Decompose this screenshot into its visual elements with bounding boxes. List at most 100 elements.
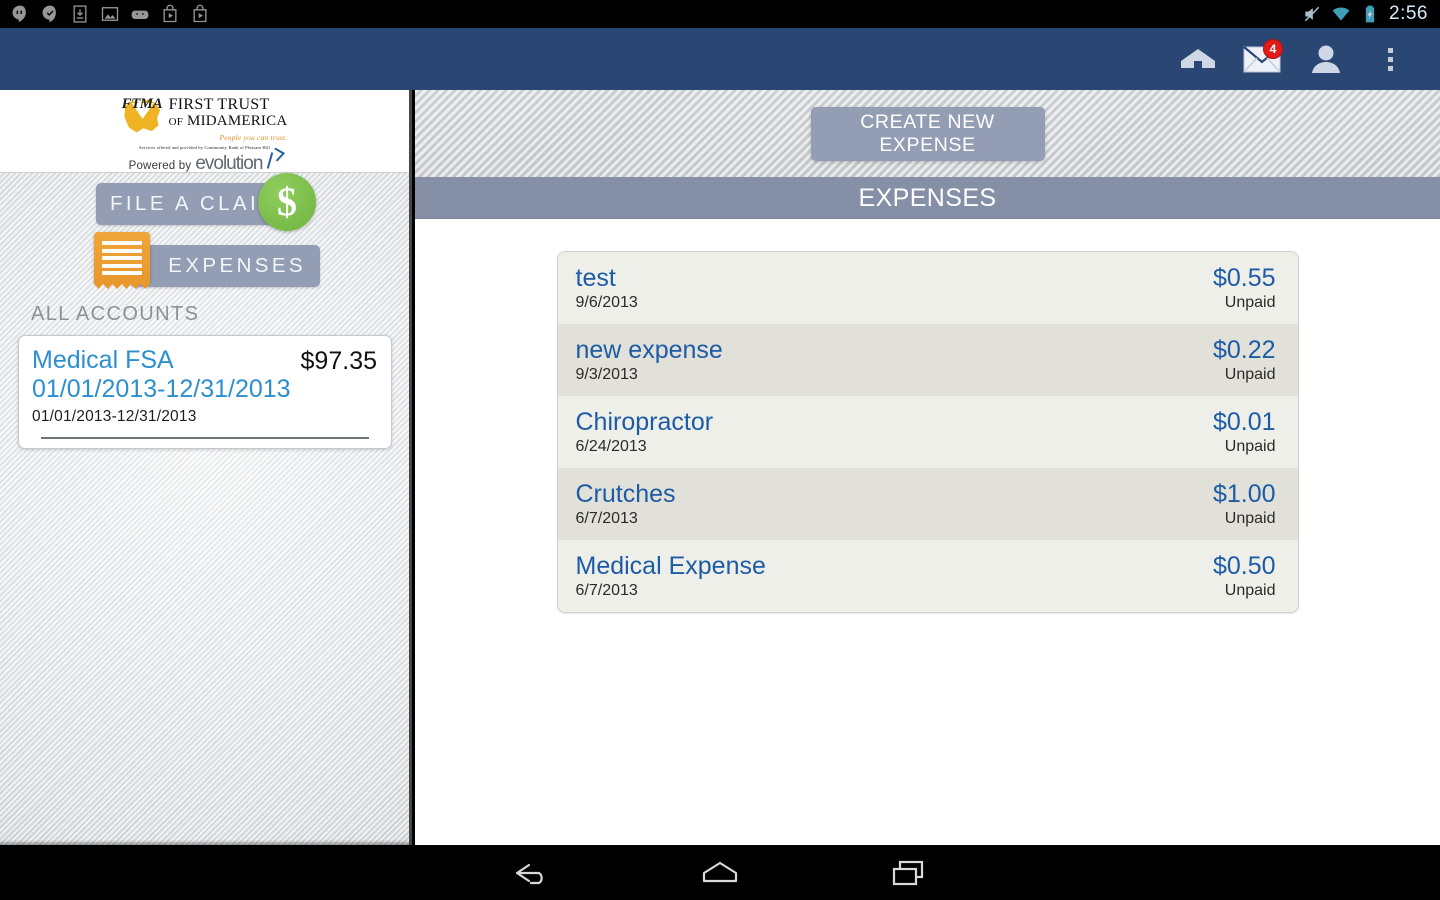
sidebar: FTMA FIRST TRUST OF MIDAMERICA People yo… (0, 90, 412, 845)
android-icon (131, 10, 149, 19)
overflow-menu-icon[interactable] (1358, 28, 1422, 90)
status-badge: Unpaid (1224, 294, 1276, 311)
ftma-map-icon: FTMA (122, 94, 166, 136)
back-button[interactable] (484, 845, 580, 900)
table-row[interactable]: Chiropractor 6/24/2013 $0.01 Unpaid (558, 396, 1298, 468)
expense-amount: $1.00 (1212, 480, 1276, 508)
status-badge: Unpaid (1224, 582, 1276, 599)
expense-primary: test 9/6/2013 (576, 264, 638, 312)
expense-amount: $0.01 (1212, 408, 1276, 436)
table-row[interactable]: new expense 9/3/2013 $0.22 Unpaid (557, 324, 1298, 396)
account-card-medical-fsa[interactable]: Medical FSA 01/01/2013-12/31/2013 $97.35… (18, 335, 392, 449)
home-button[interactable] (672, 845, 768, 900)
status-clock: 2:56 (1389, 3, 1428, 24)
expense-title: Medical Expense (575, 552, 766, 580)
expense-secondary: $0.50 Unpaid (1213, 552, 1276, 600)
home-icon[interactable] (1166, 28, 1230, 90)
sidebar-item-file-a-claim[interactable]: FILE A CLAIM $ (0, 173, 409, 235)
sidebar-body: FILE A CLAIM $ EXPENSES ALL ACCOUNTS Med… (0, 173, 409, 845)
logo-wordmark: FIRST TRUST OF MIDAMERICA People you can… (168, 94, 288, 143)
expense-primary: new expense 9/3/2013 (576, 336, 723, 384)
first-trust-midamerica-logo: FTMA FIRST TRUST OF MIDAMERICA People yo… (121, 94, 289, 174)
expense-secondary: $0.22 Unpaid (1213, 336, 1276, 384)
expense-secondary: $0.01 Unpaid (1213, 408, 1276, 456)
expense-amount: $0.22 (1212, 336, 1276, 364)
logo-line-1: FIRST TRUST (168, 96, 270, 113)
expense-secondary: $0.55 Unpaid (1213, 264, 1276, 312)
mute-icon (1304, 6, 1320, 22)
android-status-bar: 2:56 (0, 0, 1440, 28)
table-row[interactable]: test 9/6/2013 $0.55 Unpaid (558, 252, 1298, 324)
android-nav-bar (0, 845, 1440, 900)
brand-logo-panel: FTMA FIRST TRUST OF MIDAMERICA People yo… (0, 90, 409, 174)
expense-date: 9/6/2013 (575, 294, 638, 311)
expense-list-container: test 9/6/2013 $0.55 Unpaid new expense 9… (415, 219, 1440, 613)
expense-date: 6/7/2013 (575, 510, 638, 527)
expense-amount: $0.50 (1212, 552, 1276, 580)
home-glyph (1181, 49, 1215, 68)
status-system-icons: 2:56 (1302, 3, 1440, 25)
table-row[interactable]: Crutches 6/7/2013 $1.00 Unpaid (557, 468, 1298, 540)
logo-tagline: People you can trust. (219, 133, 288, 142)
account-name: Medical FSA 01/01/2013-12/31/2013 (32, 346, 291, 403)
status-badge: Unpaid (1224, 510, 1276, 527)
section-title: EXPENSES (858, 183, 997, 212)
expense-list: test 9/6/2013 $0.55 Unpaid new expense 9… (556, 251, 1299, 613)
expense-date: 6/7/2013 (575, 582, 638, 599)
expenses-pill: EXPENSES (130, 245, 320, 287)
dollar-circle-icon: $ (258, 173, 316, 231)
sidebar-item-expenses[interactable]: EXPENSES (0, 232, 409, 297)
logo-line-2-main: MIDAMERICA (187, 113, 288, 129)
logo-line-2: OF MIDAMERICA (169, 113, 288, 131)
expense-title: Crutches (575, 480, 676, 508)
expense-primary: Chiropractor 6/24/2013 (576, 408, 714, 456)
expense-date: 9/3/2013 (575, 366, 638, 383)
battery-charging-icon (1365, 5, 1375, 23)
all-accounts-heading: ALL ACCOUNTS (31, 303, 200, 325)
expense-primary: Medical Expense 6/7/2013 (576, 552, 766, 600)
person-glyph (1312, 45, 1340, 73)
play-store-icon (163, 4, 177, 23)
messages-icon[interactable]: 4 (1230, 28, 1294, 90)
screen: 2:56 4 FTMA FIRST TRUST OF MIDAMERICA Pe… (0, 0, 1440, 900)
file-a-claim-label: FILE A CLAIM (110, 192, 280, 215)
logo-line-2-prefix: OF (168, 116, 184, 128)
play-store-icon (193, 4, 207, 23)
recents-button[interactable] (860, 845, 956, 900)
profile-icon[interactable] (1294, 28, 1358, 90)
status-badge: Unpaid (1224, 438, 1276, 455)
account-balance: $97.35 (300, 347, 377, 375)
status-badge: Unpaid (1224, 366, 1276, 383)
home-icon (702, 861, 738, 882)
section-header: EXPENSES (415, 177, 1440, 219)
expense-primary: Crutches 6/7/2013 (576, 480, 676, 528)
download-icon (73, 5, 87, 23)
status-notification-icons (0, 4, 210, 24)
image-icon (101, 7, 119, 21)
expense-title: test (575, 264, 616, 292)
expense-title: new expense (575, 336, 723, 364)
messages-badge: 4 (1263, 39, 1283, 59)
expense-date: 6/24/2013 (575, 438, 647, 455)
recents-icon (892, 860, 924, 885)
create-new-expense-button[interactable]: CREATE NEW EXPENSE (810, 106, 1045, 161)
hangouts-icon (12, 5, 26, 23)
checkmark-badge-icon (42, 5, 56, 23)
evolution-swoosh-icon (266, 151, 280, 169)
evolution-wordmark: evolution (195, 153, 263, 174)
expenses-label: EXPENSES (168, 254, 306, 277)
main-toolbar: CREATE NEW EXPENSE (415, 90, 1440, 177)
account-card-divider (41, 437, 369, 439)
powered-by-evolution: Powered by evolution (121, 151, 289, 175)
logo-disclaimer: Services offered and provided by Communi… (139, 145, 270, 150)
account-period: 01/01/2013-12/31/2013 (32, 408, 197, 425)
wifi-icon (1332, 7, 1350, 21)
powered-by-label: Powered by (128, 160, 192, 172)
expense-secondary: $1.00 Unpaid (1213, 480, 1276, 528)
app-bar: 4 (0, 28, 1440, 90)
expense-title: Chiropractor (575, 408, 714, 436)
back-icon (515, 863, 543, 884)
table-row[interactable]: Medical Expense 6/7/2013 $0.50 Unpaid (558, 540, 1298, 612)
account-card-top: Medical FSA 01/01/2013-12/31/2013 $97.35 (32, 346, 377, 404)
ftma-monogram: FTMA (121, 96, 163, 112)
